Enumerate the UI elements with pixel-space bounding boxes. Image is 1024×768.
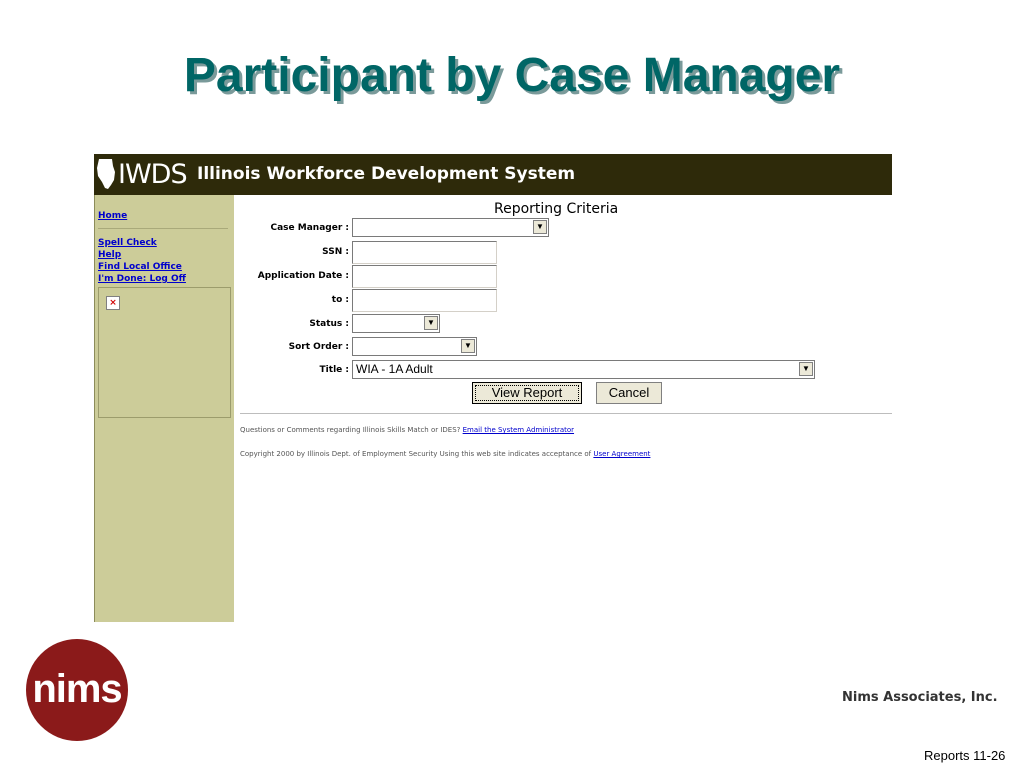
report-form: Reporting Criteria Case Manager : ▼ SSN …: [234, 195, 892, 622]
system-title: Illinois Workforce Development System: [197, 164, 576, 184]
copyright-text: Copyright 2000 by Illinois Dept. of Empl…: [240, 450, 592, 458]
nims-logo: nims: [26, 639, 128, 741]
title-select[interactable]: WIA - 1A Adult ▼: [352, 360, 815, 379]
status-label: Status :: [309, 319, 349, 329]
nims-logo-text: nims: [32, 667, 122, 711]
chevron-down-icon[interactable]: ▼: [424, 316, 438, 330]
cancel-button[interactable]: Cancel: [596, 382, 662, 404]
chevron-down-icon[interactable]: ▼: [533, 220, 547, 234]
app-screenshot: IWDS Illinois Workforce Development Syst…: [94, 154, 892, 622]
sidebar-link-spell-check[interactable]: Spell Check: [98, 238, 157, 249]
to-date-label: to :: [331, 295, 349, 305]
questions-footer: Questions or Comments regarding Illinois…: [240, 426, 574, 434]
copyright-footer: Copyright 2000 by Illinois Dept. of Empl…: [240, 450, 650, 458]
case-manager-label: Case Manager :: [270, 223, 350, 233]
app-banner: IWDS Illinois Workforce Development Syst…: [94, 154, 892, 195]
application-date-label: Application Date :: [257, 271, 349, 281]
chevron-down-icon[interactable]: ▼: [461, 339, 475, 353]
slide-number: Reports 11-26: [924, 748, 1006, 763]
title-value: WIA - 1A Adult: [356, 362, 433, 376]
sidebar-link-home[interactable]: Home: [98, 211, 127, 222]
view-report-button[interactable]: View Report: [472, 382, 582, 404]
ssn-label: SSN :: [322, 247, 349, 257]
case-manager-select[interactable]: ▼: [352, 218, 549, 237]
to-date-input[interactable]: [352, 289, 497, 312]
sidebar-link-log-off[interactable]: I'm Done: Log Off: [98, 274, 186, 285]
sort-order-select[interactable]: ▼: [352, 337, 477, 356]
chevron-down-icon[interactable]: ▼: [799, 362, 813, 376]
sidebar-divider: [98, 228, 228, 229]
broken-image-icon: ×: [106, 296, 120, 310]
slide-title: Participant by Case Manager: [183, 49, 841, 102]
email-admin-link[interactable]: Email the System Administrator: [463, 426, 574, 434]
questions-text: Questions or Comments regarding Illinois…: [240, 426, 461, 434]
company-name: Nims Associates, Inc.: [842, 690, 998, 705]
iwds-logo-text: IWDS: [118, 158, 188, 190]
sort-order-label: Sort Order :: [288, 342, 349, 352]
application-date-input[interactable]: [352, 265, 497, 288]
iwds-logo: IWDS: [96, 157, 188, 191]
sidebar-image-frame: ×: [98, 287, 231, 418]
ssn-input[interactable]: [352, 241, 497, 264]
status-select[interactable]: ▼: [352, 314, 440, 333]
reporting-criteria-heading: Reporting Criteria: [494, 201, 619, 217]
sidebar-link-find-local-office[interactable]: Find Local Office: [98, 262, 182, 273]
user-agreement-link[interactable]: User Agreement: [593, 450, 650, 458]
form-divider: [240, 413, 892, 414]
title-label: Title :: [319, 365, 349, 375]
sidebar-link-help[interactable]: Help: [98, 250, 121, 261]
illinois-state-icon: [97, 159, 115, 189]
sidebar: Home Spell Check Help Find Local Office …: [94, 195, 234, 622]
